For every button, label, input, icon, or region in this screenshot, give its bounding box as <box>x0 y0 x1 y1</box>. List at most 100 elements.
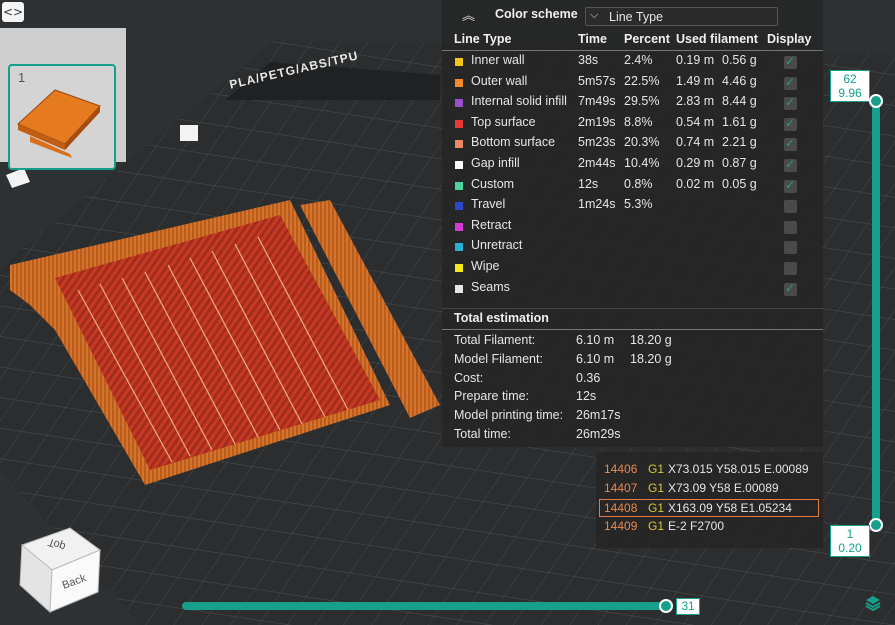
gcode-command: G1 <box>648 501 665 515</box>
line-type-row: Outer wall 5m57s 22.5% 1.49 m 4.46 g <box>442 74 823 94</box>
line-type-name: Outer wall <box>471 73 528 88</box>
gcode-line-number: 14409 <box>604 519 638 533</box>
line-type-name: Seams <box>471 279 510 294</box>
bottom-layer-height: 0.20 <box>838 541 862 555</box>
layers-icon <box>865 596 881 612</box>
line-type-percent: 20.3% <box>624 135 660 150</box>
layers-button[interactable] <box>864 594 882 612</box>
gcode-line[interactable]: 14407 G1 X73.09 Y58 E.00089 <box>600 480 818 498</box>
top-layer-number: 62 <box>843 72 857 86</box>
display-checkbox[interactable] <box>784 54 797 69</box>
header-used-filament: Used filament <box>676 32 758 46</box>
move-slider-handle[interactable] <box>659 599 673 613</box>
header-divider <box>442 50 823 51</box>
display-checkbox[interactable] <box>784 262 797 275</box>
gcode-args: E-2 F2700 <box>668 519 725 533</box>
display-checkbox[interactable] <box>784 200 797 214</box>
display-checkbox[interactable] <box>784 241 797 255</box>
total-divider <box>442 329 823 330</box>
toggle-sidebar-button[interactable]: <> <box>2 2 24 22</box>
line-type-percent: 29.5% <box>624 94 660 109</box>
move-slider-value: 31 <box>676 598 700 615</box>
line-type-weight: 1.61 g <box>722 114 757 129</box>
display-checkbox[interactable] <box>784 157 797 172</box>
display-checkbox[interactable] <box>784 136 797 152</box>
top-layer-height: 9.96 <box>838 86 862 100</box>
plate-thumbnail[interactable]: 1 <box>8 64 116 170</box>
line-type-weight: 4.46 g <box>722 73 757 88</box>
double-chevron-up-icon[interactable]: ︽ <box>462 5 475 24</box>
bed-marker-icon <box>180 125 198 141</box>
line-type-swatch <box>455 119 463 128</box>
line-type-length: 1.49 m <box>676 73 715 88</box>
code-brackets-icon: <> <box>2 5 24 19</box>
gcode-line[interactable]: 14409 G1 E-2 F2700 <box>600 518 818 536</box>
line-type-percent: 2.4% <box>624 53 653 67</box>
total-row: Model printing time: 26m17s <box>442 408 823 427</box>
total-label: Total Filament: <box>454 333 536 347</box>
line-type-row: Inner wall 38s 2.4% 0.19 m 0.56 g <box>442 53 823 73</box>
line-type-percent: 22.5% <box>624 73 660 88</box>
display-checkbox[interactable] <box>784 95 797 111</box>
total-label: Prepare time: <box>454 389 530 404</box>
layer-slider-top-handle[interactable] <box>869 94 883 108</box>
line-type-row: Retract <box>442 218 823 238</box>
line-type-length: 0.19 m <box>676 53 715 67</box>
line-type-row: Internal solid infill 7m49s 29.5% 2.83 m 8.4… <box>442 94 823 114</box>
line-type-time: 7m49s <box>578 94 616 109</box>
display-checkbox[interactable] <box>784 178 797 193</box>
layer-slider-bottom-label: 1 0.20 <box>830 525 870 557</box>
line-type-weight: 0.05 g <box>722 176 757 191</box>
line-type-row: Gap infill 2m44s 10.4% 0.29 m 0.87 g <box>442 156 823 176</box>
gcode-line[interactable]: 14406 G1 X73.015 Y58.015 E.00089 <box>600 461 818 479</box>
total-label: Model printing time: <box>454 408 564 423</box>
line-type-row: Seams <box>442 280 823 300</box>
total-label: Model Filament: <box>454 351 543 366</box>
line-type-weight: 0.56 g <box>722 53 757 67</box>
display-checkbox[interactable] <box>784 220 797 234</box>
total-estimation-title: Total estimation <box>454 311 549 325</box>
total-row: Model Filament: 6.10 m 18.20 g <box>442 352 823 371</box>
line-type-weight: 0.87 g <box>722 156 757 170</box>
total-row: Prepare time: 12s <box>442 389 823 408</box>
bottom-layer-number: 1 <box>846 527 854 541</box>
header-display: Display <box>767 32 812 46</box>
line-type-name: Unretract <box>471 238 523 253</box>
layer-slider-bottom-handle[interactable] <box>869 518 883 532</box>
color-scheme-row: ︽ Color scheme ⌵ Line Type <box>442 0 823 30</box>
total-row: Total time: 26m29s <box>442 427 823 446</box>
line-type-weight: 8.44 g <box>722 94 757 109</box>
line-type-name: Inner wall <box>471 53 525 67</box>
line-type-name: Top surface <box>471 114 536 129</box>
line-type-time: 12s <box>578 176 599 191</box>
total-row: Cost: 0.36 <box>442 371 823 390</box>
line-type-row: Unretract <box>442 238 823 258</box>
line-type-time: 2m19s <box>578 114 616 129</box>
layer-slider-track[interactable] <box>872 98 880 526</box>
gcode-args: X73.015 Y58.015 E.00089 <box>668 462 809 476</box>
header-percent: Percent <box>624 32 670 46</box>
move-slider-track[interactable] <box>182 602 670 610</box>
total-value-1: 12s <box>576 389 597 404</box>
line-type-swatch <box>455 78 463 87</box>
line-type-length: 0.29 m <box>676 156 715 170</box>
line-type-swatch <box>455 284 463 293</box>
gcode-line-selected[interactable]: 14408 G1 X163.09 Y58 E1.05234 <box>599 499 819 517</box>
line-type-percent: 10.4% <box>624 156 660 170</box>
display-checkbox[interactable] <box>784 281 797 296</box>
gcode-line-number: 14408 <box>604 501 638 515</box>
gcode-command: G1 <box>648 481 665 495</box>
gcode-args: X163.09 Y58 E1.05234 <box>668 501 792 515</box>
line-type-swatch <box>455 58 463 66</box>
line-type-swatch <box>455 264 463 272</box>
line-type-swatch <box>455 243 463 252</box>
display-checkbox[interactable] <box>784 75 797 90</box>
total-label: Cost: <box>454 370 484 385</box>
line-type-time: 38s <box>578 53 599 67</box>
line-type-row: Bottom surface 5m23s 20.3% 0.74 m 2.21 g <box>442 135 823 155</box>
line-type-row: Custom 12s 0.8% 0.02 m 0.05 g <box>442 177 823 197</box>
line-type-weight: 2.21 g <box>722 135 757 150</box>
line-type-name: Gap infill <box>471 156 520 170</box>
color-scheme-dropdown[interactable]: ⌵ Line Type <box>585 7 778 26</box>
display-checkbox[interactable] <box>784 116 797 131</box>
